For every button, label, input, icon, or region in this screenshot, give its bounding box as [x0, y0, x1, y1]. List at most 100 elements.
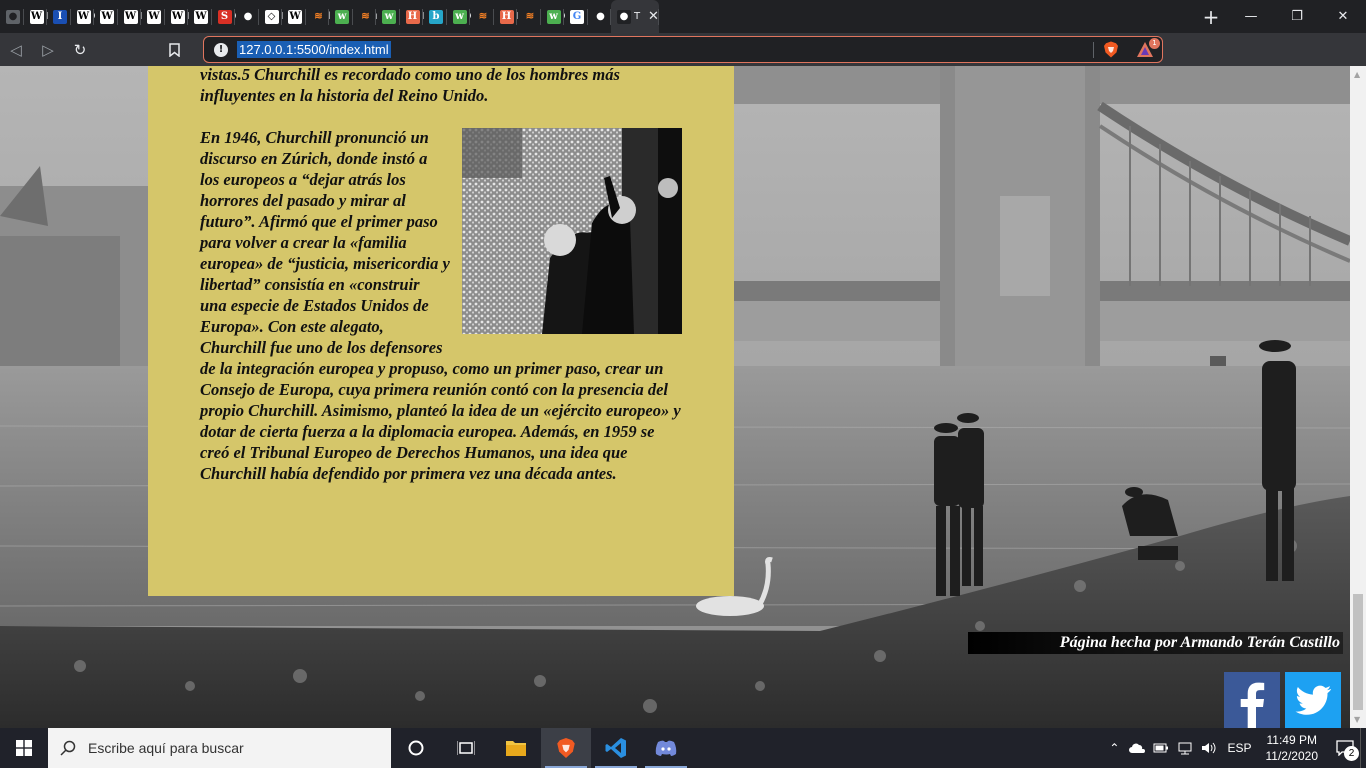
page-credit: Página hecha por Armando Terán Castillo [968, 632, 1343, 654]
rewards-badge: 1 [1149, 38, 1160, 49]
vscode-taskbar-button[interactable] [591, 728, 641, 768]
maximize-button[interactable]: ❐ [1274, 0, 1320, 33]
browser-tab[interactable]: ≋m [353, 0, 376, 33]
tab-title: T [634, 11, 641, 22]
browser-tab[interactable]: ●s [235, 0, 259, 33]
url-text[interactable]: 127.0.0.1:5500/index.html [237, 41, 391, 58]
browser-tab[interactable]: WG [71, 0, 94, 33]
browser-tab[interactable]: ≋h [517, 0, 541, 33]
page-scrollbar[interactable]: ▲ ▼ [1350, 66, 1366, 728]
stackoverflow-icon: ≋ [311, 9, 326, 24]
file-explorer-button[interactable] [491, 728, 541, 768]
browser-tab[interactable]: bb [423, 0, 447, 33]
browser-tab[interactable]: ◇B [259, 0, 282, 33]
article-panel: vistas.5 Churchill es recordado como uno… [148, 66, 734, 596]
close-window-button[interactable]: ✕ [1320, 0, 1366, 33]
back-button[interactable]: ◁ [0, 35, 32, 65]
browser-tab[interactable]: WW [282, 0, 306, 33]
wikipedia-icon: W [123, 9, 138, 24]
browser-tab[interactable]: WB [165, 0, 188, 33]
cortana-button[interactable] [391, 728, 441, 768]
w3c-green-icon: w [546, 9, 561, 24]
browser-tab[interactable]: ● T ✕ [611, 0, 659, 33]
wikipedia-icon: W [194, 9, 208, 24]
article-paragraph-1: vistas.5 Churchill es recordado como uno… [200, 66, 620, 105]
browser-tab[interactable]: wC [541, 0, 564, 33]
system-tray: ⌃ ESP 11:49 PM 11/2/2020 2 [1103, 728, 1366, 768]
network-icon[interactable] [1177, 741, 1193, 755]
scroll-up-arrow-icon[interactable]: ▲ [1354, 70, 1360, 79]
wikipedia-icon: W [100, 9, 114, 24]
browser-tab[interactable]: HL [400, 0, 423, 33]
churchill-balcony-photo [462, 128, 682, 334]
github-icon: ● [241, 9, 255, 24]
discord-taskbar-button[interactable] [641, 728, 691, 768]
wikipedia-icon: W [147, 9, 161, 24]
new-tab-button[interactable]: + [1194, 0, 1228, 33]
windows-taskbar: Escribe aquí para buscar ⌃ ESP 11:49 PM … [0, 728, 1366, 768]
reload-button[interactable]: ↻ [64, 35, 96, 65]
browser-tab[interactable]: WE [24, 0, 47, 33]
browser-tab[interactable]: ●S [588, 0, 611, 33]
twitter-button[interactable] [1285, 672, 1341, 728]
battery-icon[interactable] [1153, 741, 1169, 755]
show-desktop-button[interactable] [1360, 728, 1366, 768]
browser-tab[interactable]: WR [94, 0, 118, 33]
browser-tab[interactable]: wC [329, 0, 353, 33]
minimize-button[interactable]: — [1228, 0, 1274, 33]
forward-button[interactable]: ▷ [32, 35, 64, 65]
onedrive-icon[interactable] [1129, 741, 1146, 755]
browser-tab[interactable]: WM [118, 0, 141, 33]
close-tab-icon[interactable]: ✕ [648, 9, 659, 24]
browser-tab[interactable]: IC [47, 0, 71, 33]
s-red-icon: S [217, 9, 232, 24]
facebook-button[interactable] [1224, 672, 1280, 728]
browser-tab[interactable]: ≋c [470, 0, 494, 33]
volume-icon[interactable] [1201, 741, 1217, 755]
google-icon: G [570, 9, 584, 24]
stackoverflow-icon: ≋ [523, 9, 537, 24]
w3c-green-icon: w [382, 9, 396, 24]
bookmark-icon[interactable] [158, 35, 190, 65]
brave-globe-icon: ● [6, 9, 20, 24]
scroll-down-arrow-icon[interactable]: ▼ [1354, 715, 1360, 724]
start-button[interactable] [0, 728, 48, 768]
browser-tab[interactable]: ≋h [306, 0, 329, 33]
facebook-icon [1240, 682, 1265, 728]
twitter-icon [1295, 685, 1332, 715]
site-info-icon[interactable]: ! [214, 42, 228, 57]
discord-icon [655, 740, 677, 756]
clock-date: 11/2/2020 [1265, 749, 1319, 763]
stackoverflow-icon: ≋ [358, 9, 373, 24]
vscode-icon [605, 738, 626, 758]
action-center-button[interactable]: 2 [1330, 728, 1360, 768]
browser-tab[interactable]: wC [376, 0, 400, 33]
taskbar-search-box[interactable]: Escribe aquí para buscar [48, 728, 391, 768]
notification-count-badge: 2 [1344, 746, 1359, 761]
scrollbar-thumb[interactable] [1353, 594, 1363, 710]
browser-tab[interactable]: SC [212, 0, 235, 33]
w3c-green-icon: w [452, 9, 467, 24]
browser-tab[interactable]: ●R [0, 0, 24, 33]
tab-strip: ●RWEICWGWRWMW1WBWESC●s◇BWW≋hwC≋mwCHLbbwC… [0, 0, 1366, 33]
browser-tab[interactable]: W1 [141, 0, 165, 33]
codepen-icon: ◇ [264, 9, 279, 24]
brave-taskbar-button[interactable] [541, 728, 591, 768]
address-bar[interactable]: ! 127.0.0.1:5500/index.html 1 [203, 36, 1163, 63]
brave-shields-icon[interactable] [1103, 41, 1119, 58]
browser-tab[interactable]: WE [188, 0, 212, 33]
task-view-button[interactable] [441, 728, 491, 768]
browser-toolbar: ◁ ▷ ↻ ! 127.0.0.1:5500/index.html 1 ✚ ≡ [0, 33, 1366, 91]
w3c-green-icon: w [335, 9, 349, 24]
browser-tab[interactable]: HH [494, 0, 517, 33]
wikipedia-icon: W [76, 9, 91, 24]
browser-tab[interactable]: wC [447, 0, 470, 33]
search-placeholder: Escribe aquí para buscar [88, 740, 244, 756]
page-viewport: vistas.5 Churchill es recordado como uno… [0, 66, 1350, 728]
clock[interactable]: 11:49 PM 11/2/2020 [1266, 732, 1319, 764]
language-indicator[interactable]: ESP [1227, 741, 1251, 755]
show-hidden-icons-icon[interactable]: ⌃ [1109, 741, 1119, 755]
browser-tab[interactable]: Gw [564, 0, 588, 33]
wikipedia-icon: W [288, 9, 302, 24]
github-icon: ● [593, 9, 608, 24]
